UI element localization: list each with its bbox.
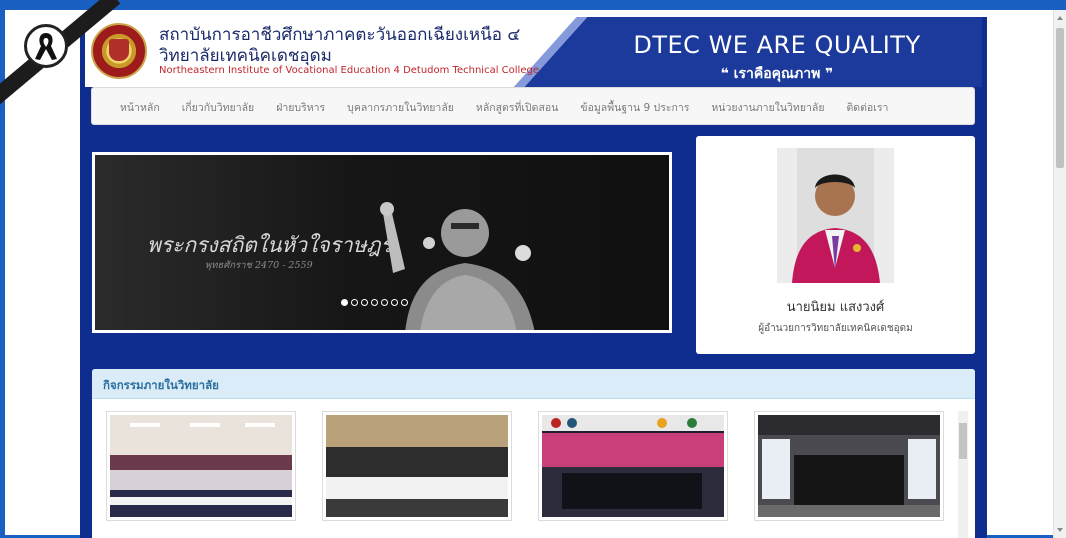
nav-item-administration[interactable]: ฝ่ายบริหาร [276, 99, 325, 116]
activity-photo-2 [326, 415, 508, 517]
activities-panel-header: กิจกรรมภายในวิทยาลัย [92, 369, 975, 399]
slider-pagination [341, 299, 408, 306]
slider-dot-7[interactable] [401, 299, 408, 306]
nav-item-home[interactable]: หน้าหลัก [120, 99, 160, 116]
activity-thumbnail-3[interactable] [538, 411, 728, 521]
mourning-ribbon-badge [24, 24, 68, 68]
slider-dot-1[interactable] [341, 299, 348, 306]
nav-item-about[interactable]: เกี่ยวกับวิทยาลัย [182, 99, 254, 116]
slider-dot-6[interactable] [391, 299, 398, 306]
activity-photo-3 [542, 415, 724, 517]
slider-dot-3[interactable] [361, 299, 368, 306]
institution-name-english: Northeastern Institute of Vocational Edu… [159, 65, 539, 76]
site-header: สถาบันการอาชีวศึกษาภาคตะวันออกเฉียงเหนือ… [85, 17, 982, 87]
slider-dot-5[interactable] [381, 299, 388, 306]
activity-photo-1 [110, 415, 292, 517]
slide-portrait-image [380, 202, 535, 330]
director-name: นายนิยม แสงวงศ์ [786, 300, 885, 315]
nav-item-basic-info[interactable]: ข้อมูลพื้นฐาน 9 ประการ [580, 99, 689, 116]
scroll-up-arrow-icon[interactable] [1057, 16, 1063, 20]
director-card: นายนิยม แสงวงศ์ ผู้อำนวยการวิทยาลัยเทคนิ… [696, 136, 975, 354]
director-photo [777, 148, 894, 283]
window-frame-top [0, 0, 1066, 10]
main-navigation: หน้าหลัก เกี่ยวกับวิทยาลัย ฝ่ายบริหาร บุ… [91, 87, 975, 125]
slider-dot-4[interactable] [371, 299, 378, 306]
page-container: สถาบันการอาชีวศึกษาภาคตะวันออกเฉียงเหนือ… [80, 17, 987, 538]
activities-scrollbar[interactable] [958, 411, 968, 538]
activities-panel: กิจกรรมภายในวิทยาลัย [92, 369, 975, 538]
activity-thumbnail-1[interactable] [106, 411, 296, 521]
scroll-down-arrow-icon[interactable] [1057, 528, 1063, 532]
activity-photo-4 [758, 415, 940, 517]
page-scrollbar[interactable] [1053, 10, 1066, 538]
header-tagline: ❝ เราคือคุณภาพ ❞ [720, 66, 834, 82]
scrollbar-thumb[interactable] [1056, 28, 1064, 168]
slider-dot-2[interactable] [351, 299, 358, 306]
slide-subcaption: พุทธศักราช 2470 - 2559 [205, 260, 313, 271]
logo-emblem-icon [109, 39, 129, 61]
image-slider[interactable]: พระกรงสถิตในหัวใจราษฎร์ พุทธศักราช 2470 … [92, 152, 672, 333]
activities-scrollbar-thumb[interactable] [959, 423, 967, 459]
activities-title: กิจกรรมภายในวิทยาลัย [103, 378, 219, 392]
header-slogan: DTEC WE ARE QUALITY [633, 31, 921, 59]
director-title: ผู้อำนวยการวิทยาลัยเทคนิคเดชอุดม [758, 323, 913, 334]
mourning-ribbon-icon [35, 33, 57, 60]
activity-thumbnail-2[interactable] [322, 411, 512, 521]
nav-item-courses[interactable]: หลักสูตรที่เปิดสอน [476, 99, 558, 116]
college-logo[interactable] [91, 23, 147, 79]
nav-item-contact[interactable]: ติดต่อเรา [846, 99, 888, 116]
activity-thumbnail-4[interactable] [754, 411, 944, 521]
nav-item-departments[interactable]: หน่วยงานภายในวิทยาลัย [711, 99, 824, 116]
nav-item-personnel[interactable]: บุคลากรภายในวิทยาลัย [347, 99, 454, 116]
